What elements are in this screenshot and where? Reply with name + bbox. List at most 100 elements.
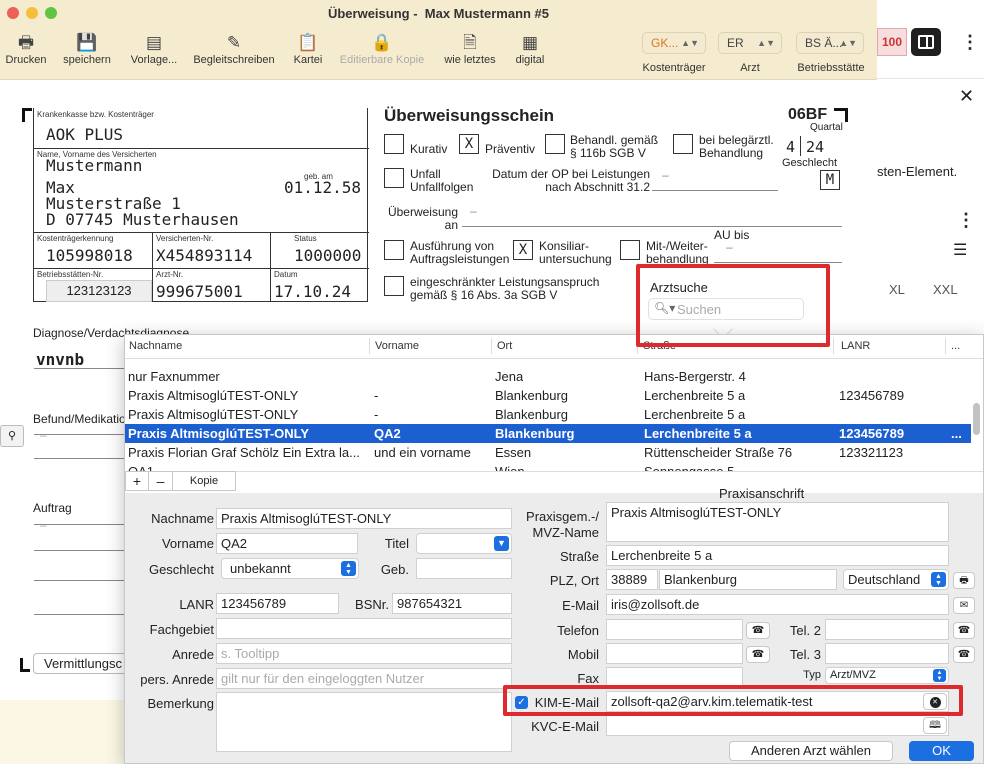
choose-other-doctor-button[interactable]: Anderen Arzt wählen	[729, 741, 893, 761]
ausfuehrung-checkbox[interactable]	[384, 240, 404, 260]
titel-select[interactable]: ▼	[416, 533, 512, 554]
nachname-input[interactable]: Praxis AltmisoglúTEST-ONLY	[216, 508, 512, 529]
beleg-checkbox[interactable]	[673, 134, 693, 154]
unfall-checkbox[interactable]	[384, 168, 404, 188]
copy-button[interactable]: Kopie	[172, 471, 236, 491]
fachgebiet-input[interactable]	[216, 618, 512, 639]
size-xl[interactable]: XL	[889, 282, 905, 297]
record-label: Kartei	[293, 54, 323, 66]
table-row[interactable]: Praxis AltmisoglúTEST-ONLY - Blankenburg Le…	[125, 386, 971, 405]
behandl-checkbox[interactable]	[545, 134, 565, 154]
cover-letter-label: Begleitschreiben	[193, 54, 275, 66]
typ-select[interactable]: Arzt/MVZ	[825, 667, 949, 684]
email-input[interactable]: iris@zollsoft.de	[606, 594, 949, 615]
qr-code-icon: ▦	[521, 33, 539, 52]
ok-button[interactable]: OK	[909, 741, 974, 761]
col-lanr[interactable]: LANR	[841, 340, 870, 352]
betriebsstaette-label: Betriebsstätte	[797, 62, 865, 74]
mail-icon[interactable]: ✉	[953, 597, 975, 614]
praeventiv-checkbox[interactable]: X	[459, 134, 479, 154]
phone-icon[interactable]: ☎	[953, 646, 975, 663]
vorname-input[interactable]: QA2	[216, 533, 358, 554]
table-row[interactable]: nur Faxnummer Jena Hans-Bergerstr. 4	[125, 367, 971, 386]
patient-dob: 01.12.58	[284, 178, 362, 197]
ort-input[interactable]: Blankenburg	[659, 569, 837, 590]
behandl-label: Behandl. gemäß § 116b SGB V	[570, 133, 659, 160]
kostentraeger-select[interactable]: GK... ▲▼	[642, 32, 706, 54]
size-xxl[interactable]: XXL	[933, 282, 958, 297]
konsiliar-checkbox[interactable]: X	[513, 240, 533, 260]
like-last-button[interactable]: 🗎 wie letztes	[438, 32, 502, 66]
attachment-icon[interactable]: ⚲	[0, 425, 24, 447]
badge: 100	[877, 28, 907, 56]
cover-letter-button[interactable]: ✎ Begleitschreiben	[188, 32, 280, 66]
pers-anrede-input[interactable]: gilt nur für den eingeloggten Nutzer	[216, 668, 512, 689]
mitweiter-checkbox[interactable]	[620, 240, 640, 260]
tel2-input[interactable]	[825, 619, 949, 640]
add-button[interactable]: +	[125, 471, 149, 491]
geb-input[interactable]	[416, 558, 512, 579]
vorname-label: Vorname	[161, 536, 214, 551]
table-header: Nachname Vorname Ort Straße LANR ...	[125, 335, 983, 359]
col-vorname[interactable]: Vorname	[375, 340, 419, 352]
bemerkung-textarea[interactable]	[216, 692, 512, 752]
bsnr-label: Betriebsstätten-Nr.	[37, 270, 104, 279]
bsnr-input[interactable]: 987654321	[392, 593, 512, 614]
print-button[interactable]: 🖶 Drucken	[2, 32, 50, 66]
phone-icon[interactable]: ☎	[953, 622, 975, 639]
table-row[interactable]: Praxis AltmisoglúTEST-ONLY - Blankenburg Le…	[125, 405, 971, 424]
col-nachname[interactable]: Nachname	[129, 340, 182, 352]
praxisgem-input[interactable]: Praxis AltmisoglúTEST-ONLY	[606, 502, 949, 542]
tel3-input[interactable]	[825, 643, 949, 664]
patient-box: Krankenkasse bzw. Kostenträger AOK PLUS …	[33, 108, 369, 302]
arzt-select[interactable]: ER ▲▼	[718, 32, 782, 54]
col-more[interactable]: ...	[951, 340, 960, 352]
print-address-icon[interactable]: 🖶	[953, 572, 975, 589]
editable-copy-button[interactable]: 🔒 Editierbare Kopie	[334, 32, 430, 66]
kvc-email-input[interactable]	[606, 715, 949, 736]
save-button[interactable]: 💾 speichern	[60, 32, 114, 66]
remove-button[interactable]: –	[148, 471, 173, 491]
kostentraeger-value: GK...	[651, 36, 679, 50]
vnr-value: X454893114	[156, 246, 253, 265]
plz-input[interactable]: 38889	[606, 569, 658, 590]
table-row[interactable]: QA1 Wien Sonnengasse 5	[125, 462, 971, 471]
anrede-input[interactable]: s. Tooltipp	[216, 643, 512, 664]
kurativ-checkbox[interactable]	[384, 134, 404, 154]
lanr-input[interactable]: 123456789	[216, 593, 339, 614]
col-ort[interactable]: Ort	[497, 340, 512, 352]
table-scrollbar[interactable]	[973, 403, 980, 435]
digital-label: digital	[515, 54, 545, 66]
datum-value: 17.10.24	[274, 282, 352, 301]
chevron-updown-icon: ▲▼	[681, 38, 699, 48]
arztnr-value: 999675001	[156, 282, 243, 301]
betriebsstaette-select[interactable]: BS Ä... ▲▼	[796, 32, 864, 54]
cell-ort: Blankenburg	[495, 426, 575, 441]
table-row[interactable]: Praxis Florian Graf Schölz Ein Extra la.…	[125, 443, 971, 462]
diagnose-value[interactable]: vnvnb	[36, 350, 84, 369]
digital-button[interactable]: ▦ digital	[508, 32, 552, 66]
praxisanschrift-heading: Praxisanschrift	[719, 486, 805, 501]
sliders-icon[interactable]: ☰	[953, 240, 967, 260]
close-icon[interactable]: ✕	[959, 86, 974, 107]
record-button[interactable]: 📋 Kartei	[286, 32, 330, 66]
vermittlung-button[interactable]: Vermittlungsc	[33, 653, 133, 674]
more-vertical-icon[interactable]: ⋮	[961, 32, 979, 53]
toolbar: 🖶 Drucken 💾 speichern ▤ Vorlage... ✎ Begleit…	[0, 26, 877, 80]
template-button[interactable]: ▤ Vorlage...	[126, 32, 182, 66]
bsnr-value[interactable]: 123123123	[46, 280, 152, 302]
book-icon[interactable]: 🕮	[923, 717, 947, 734]
more-vertical-icon[interactable]: ⋮	[957, 210, 975, 231]
telefon-input[interactable]	[606, 619, 743, 640]
strasse-input[interactable]: Lerchenbreite 5 a	[606, 545, 949, 566]
geschlecht-select[interactable]: unbekannt	[221, 558, 359, 579]
sidebar-toggle-icon[interactable]	[911, 28, 941, 56]
mobil-input[interactable]	[606, 643, 743, 664]
phone-icon[interactable]: ☎	[746, 646, 770, 663]
anrede-label: Anrede	[172, 647, 214, 662]
table-row-selected[interactable]: Praxis AltmisoglúTEST-ONLY QA2 Blankenburg…	[125, 424, 971, 443]
eingeschraenkt-checkbox[interactable]	[384, 276, 404, 296]
title-bar: Überweisung - Max Mustermann #5	[0, 0, 877, 26]
phone-icon[interactable]: ☎	[746, 622, 770, 639]
tel2-label: Tel. 2	[789, 623, 821, 638]
